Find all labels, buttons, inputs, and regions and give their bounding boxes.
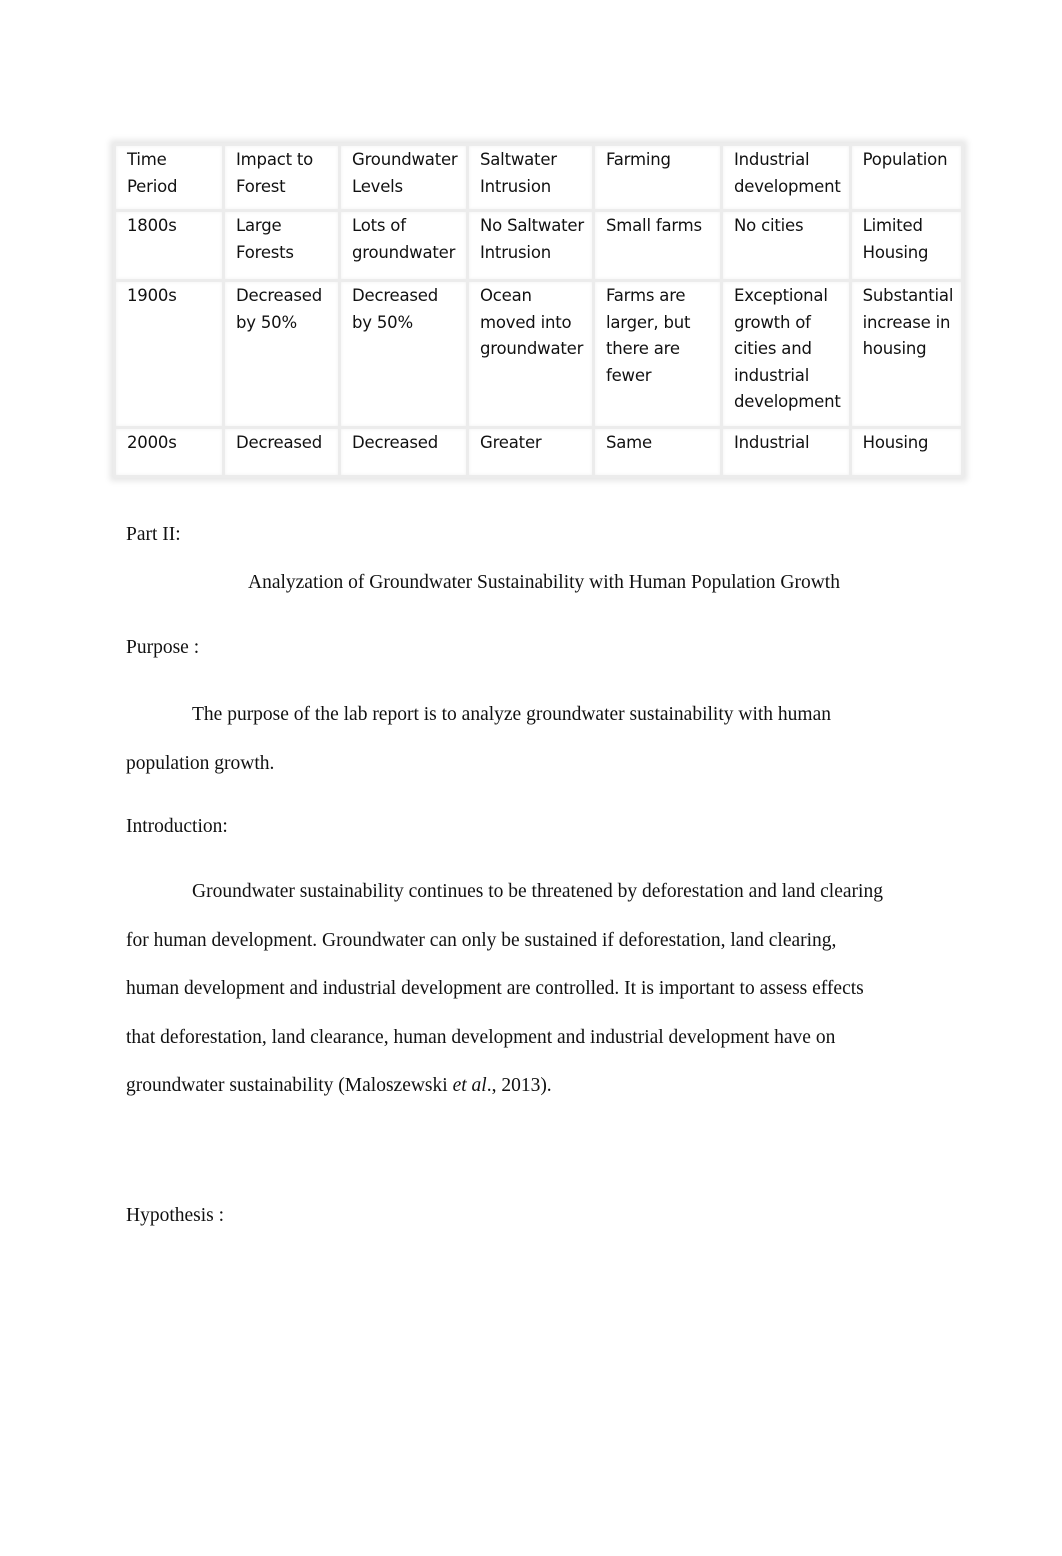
table-cell: Large Forests [222, 209, 341, 282]
paragraph-line: The purpose of the lab report is to anal… [126, 691, 938, 740]
document-title: Analyzation of Groundwater Sustainabilit… [248, 572, 840, 593]
table-cell: Decreased [222, 426, 341, 478]
paragraph-line: Groundwater sustainability continues to … [126, 868, 938, 917]
table-cell: Exceptional growth of cities and industr… [720, 279, 852, 429]
table-cell: Ocean moved into groundwater [466, 279, 595, 429]
part-label: Part II: [126, 524, 181, 545]
table-header-cell: Industrial development [720, 143, 852, 212]
introduction-paragraph: Groundwater sustainability continues to … [126, 868, 938, 1111]
table-header-cell: Farming [592, 143, 723, 212]
table-cell: No cities [720, 209, 852, 282]
paragraph-line: that deforestation, land clearance, huma… [126, 1026, 836, 1048]
table-header-cell: Time Period [113, 143, 225, 212]
table-row: 1900s Decreased by 50% Decreased by 50% … [113, 279, 965, 429]
purpose-heading: Purpose : [126, 637, 200, 658]
paragraph-text: Groundwater sustainability continues to … [192, 881, 883, 902]
table-cell: 1800s [113, 209, 225, 282]
paragraph-line: groundwater sustainability (Maloszewski … [126, 1062, 938, 1111]
table-cell: Greater [466, 426, 595, 478]
table-cell: Small farms [592, 209, 723, 282]
table-cell: 2000s [113, 426, 225, 478]
table-cell: Decreased [338, 426, 469, 478]
introduction-heading: Introduction: [126, 816, 228, 837]
table-cell: Decreased by 50% [338, 279, 469, 429]
table-row: 1800s Large Forests Lots of groundwater … [113, 209, 965, 282]
table-cell: Lots of groundwater [338, 209, 469, 282]
table-header-cell: Population [848, 143, 965, 212]
paragraph-line: for human development. Groundwater can o… [126, 929, 837, 951]
purpose-paragraph: The purpose of the lab report is to anal… [126, 691, 938, 788]
table-cell: Same [592, 426, 723, 478]
table-header-cell: Saltwater Intrusion [466, 143, 595, 212]
table-cell: 1900s [113, 279, 225, 429]
hypothesis-heading: Hypothesis : [126, 1205, 225, 1226]
table-cell: Substantial increase in housing [848, 279, 965, 429]
paragraph-text: The purpose of the lab report is to anal… [192, 704, 831, 725]
paragraph-line: human development and industrial develop… [126, 978, 864, 999]
table-header-row: Time Period Impact to Forest Groundwater… [113, 143, 965, 212]
table-cell: No Saltwater Intrusion [466, 209, 595, 282]
comparison-table: Time Period Impact to Forest Groundwater… [113, 143, 965, 478]
table-cell: Limited Housing [848, 209, 965, 282]
document-page: Time Period Impact to Forest Groundwater… [0, 0, 1062, 1556]
table-cell: Industrial [720, 426, 852, 478]
citation-italic: et al [452, 1075, 487, 1096]
citation-tail: ., 2013). [486, 1075, 552, 1096]
table-header-cell: Groundwater Levels [338, 143, 469, 212]
table-cell: Farms are larger, but there are fewer [592, 279, 723, 429]
citation-text: groundwater sustainability (Maloszewski [126, 1075, 453, 1096]
table-row: 2000s Decreased Decreased Greater Same I… [113, 426, 965, 478]
table-header-cell: Impact to Forest [222, 143, 341, 212]
table-cell: Decreased by 50% [222, 279, 341, 429]
table-cell: Housing [848, 426, 965, 478]
paragraph-line: population growth. [126, 752, 275, 774]
